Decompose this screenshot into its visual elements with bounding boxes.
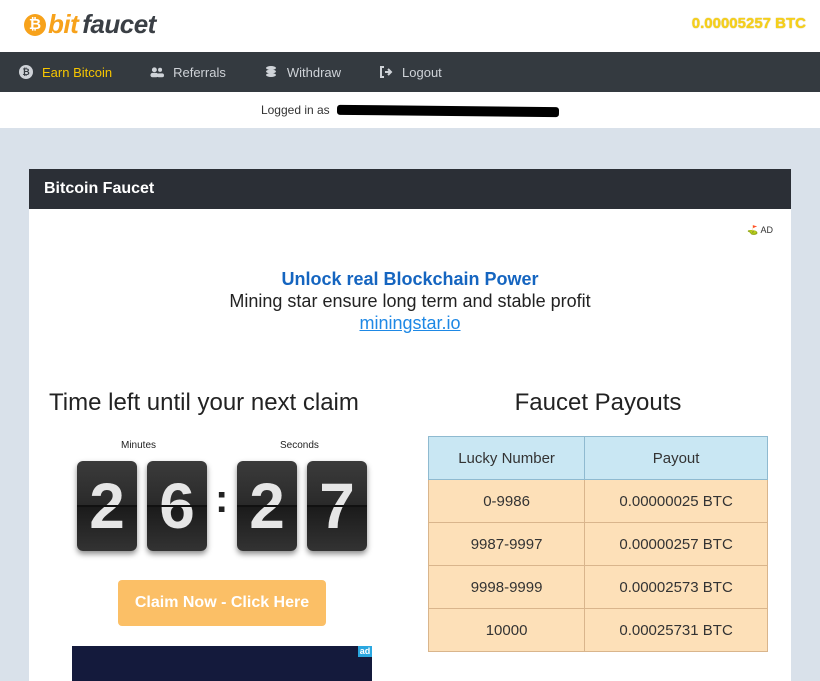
bitcoin-logo-icon: ₿ — [24, 13, 46, 36]
payout-cell: 0.00000025 BTC — [584, 479, 768, 523]
promo-link[interactable]: miningstar.io — [29, 313, 791, 334]
nav-label: Earn Bitcoin — [42, 64, 113, 80]
timer-digit-minute-ones: 6 — [147, 461, 207, 551]
nav-label: Referrals — [173, 64, 226, 80]
payouts-table: Lucky Number Payout 0-9986 0.00000025 BT… — [427, 436, 768, 652]
logo-text-faucet: faucet — [82, 9, 156, 39]
payouts-title: Faucet Payouts — [514, 389, 682, 416]
sign-out-icon — [379, 65, 393, 79]
timer-digit-second-tens: 2 — [237, 461, 297, 551]
logged-in-label: Logged in as — [260, 103, 330, 117]
table-row: 0-9986 0.00000025 BTC — [427, 479, 768, 523]
ad-badge: ad — [358, 646, 372, 657]
ad-choice-icon: ⛳ — [747, 225, 759, 235]
main-nav: ₿ Earn Bitcoin Referrals Withdraw Logout — [0, 52, 820, 92]
nav-label: Withdraw — [286, 64, 342, 80]
lucky-number-cell: 10000 — [427, 608, 586, 652]
coins-icon — [264, 65, 278, 79]
payout-cell: 0.00000257 BTC — [584, 522, 768, 566]
lucky-number-cell: 9998-9999 — [427, 565, 586, 609]
redacted-address — [336, 104, 560, 117]
ad-banner[interactable]: ad — [72, 646, 372, 681]
timer-separator: : — [215, 477, 229, 521]
ad-tag[interactable]: ⛳ AD — [747, 225, 773, 236]
table-row: 9998-9999 0.00002573 BTC — [427, 565, 768, 609]
site-logo[interactable]: ₿ bit faucet — [24, 9, 156, 40]
seconds-label: Seconds — [280, 440, 319, 451]
lucky-number-cell: 9987-9997 — [427, 522, 586, 566]
promo-subtitle: Mining star ensure long term and stable … — [229, 291, 591, 311]
payout-cell: 0.00025731 BTC — [584, 608, 768, 652]
lucky-number-cell: 0-9986 — [427, 479, 586, 523]
bitcoin-icon: ₿ — [19, 65, 33, 79]
minutes-label: Minutes — [121, 440, 157, 451]
nav-referrals[interactable]: Referrals — [131, 52, 245, 92]
users-icon — [150, 65, 165, 79]
payout-cell: 0.00002573 BTC — [584, 565, 768, 609]
ad-tag-label: AD — [760, 225, 773, 235]
nav-withdraw[interactable]: Withdraw — [245, 52, 360, 92]
claim-button[interactable]: Claim Now - Click Here — [118, 580, 326, 626]
logo-text-bit: bit — [48, 9, 79, 39]
nav-earn-bitcoin[interactable]: ₿ Earn Bitcoin — [0, 52, 131, 92]
top-header: ₿ bit faucet 0.00005257 BTC — [0, 0, 820, 52]
promo-ad[interactable]: Unlock real Blockchain Power Mining star… — [29, 269, 791, 334]
table-row: 10000 0.00025731 BTC — [427, 608, 768, 652]
timer-digit-second-ones: 7 — [307, 461, 367, 551]
table-row: 9987-9997 0.00000257 BTC — [427, 522, 768, 566]
header-payout: Payout — [584, 436, 768, 480]
faucet-card: Bitcoin Faucet ⛳ AD Unlock real Blockcha… — [29, 169, 791, 681]
btc-balance: 0.00005257 BTC — [691, 15, 806, 32]
promo-title[interactable]: Unlock real Blockchain Power — [29, 269, 791, 290]
table-header-row: Lucky Number Payout — [427, 436, 768, 480]
timer-digit-minute-tens: 2 — [77, 461, 137, 551]
logged-in-bar: Logged in as — [0, 92, 820, 128]
nav-label: Logout — [402, 64, 442, 80]
nav-logout[interactable]: Logout — [360, 52, 461, 92]
timer-title: Time left until your next claim — [49, 389, 359, 416]
card-title: Bitcoin Faucet — [29, 169, 791, 209]
header-lucky-number: Lucky Number — [427, 436, 586, 480]
